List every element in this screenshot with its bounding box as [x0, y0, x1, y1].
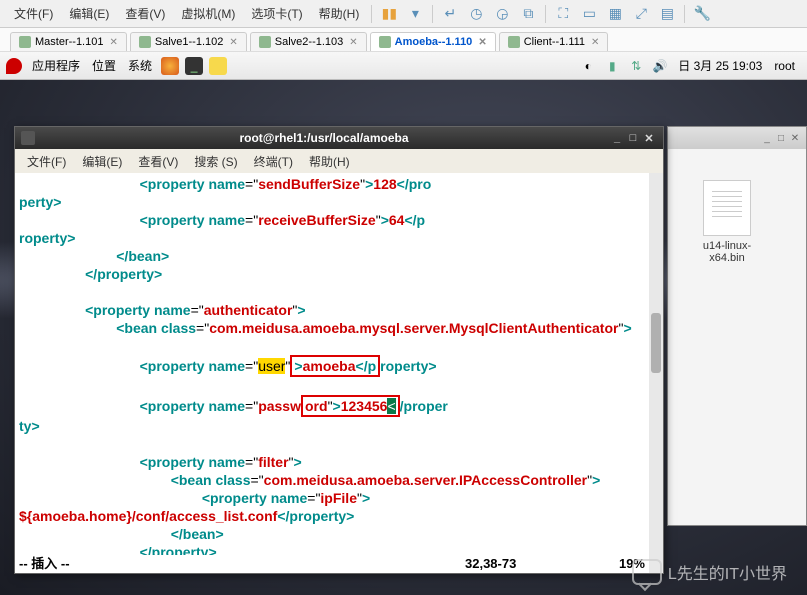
vim-position: 32,38-73 [465, 555, 595, 573]
notes-icon[interactable] [209, 57, 227, 75]
menu-vm[interactable]: 虚拟机(M) [173, 5, 243, 22]
tab-label: Salve2--1.103 [275, 36, 344, 48]
menu-tabs[interactable]: 选项卡(T) [243, 5, 310, 22]
network-icon[interactable]: ⇅ [627, 57, 645, 75]
tab-label: Master--1.101 [35, 36, 103, 48]
terminal-window: root@rhel1:/usr/local/amoeba _□✕ 文件(F) 编… [14, 126, 664, 574]
dropdown-icon[interactable]: ▾ [405, 4, 425, 24]
fullscreen-icon[interactable]: ⛶ [553, 4, 573, 24]
minimize-icon[interactable]: _ [609, 132, 625, 145]
term-menu-help[interactable]: 帮助(H) [301, 153, 358, 170]
user-label[interactable]: root [768, 59, 801, 73]
menu-help[interactable]: 帮助(H) [311, 5, 368, 22]
tab-client[interactable]: Client--1.111 ✕ [499, 32, 609, 51]
menu-view[interactable]: 查看(V) [117, 5, 173, 22]
firefox-icon[interactable] [161, 57, 179, 75]
maximize-icon[interactable]: □ [774, 133, 788, 144]
vm-icon [379, 36, 391, 48]
gnome-panel: 应用程序 位置 系统 _ ◐ ▮ ⇅ 🔊 日 3月 25 19:03 root [0, 52, 807, 80]
terminal-icon[interactable]: _ [185, 57, 203, 75]
file-label: u14-linux-x64.bin [687, 240, 767, 264]
file-icon [703, 180, 751, 236]
term-menu-edit[interactable]: 编辑(E) [74, 153, 130, 170]
vmware-menubar: 文件(F) 编辑(E) 查看(V) 虚拟机(M) 选项卡(T) 帮助(H) ▮▮… [0, 0, 807, 28]
watermark: L先生的IT小世界 [632, 559, 787, 585]
terminal-menubar: 文件(F) 编辑(E) 查看(V) 搜索 (S) 终端(T) 帮助(H) [15, 149, 663, 173]
terminal-app-icon [21, 131, 35, 145]
menu-edit[interactable]: 编辑(E) [61, 5, 117, 22]
close-icon[interactable]: ✕ [591, 37, 599, 48]
volume-icon[interactable]: 🔊 [651, 57, 669, 75]
close-icon[interactable]: ✕ [109, 37, 117, 48]
vim-statusline: -- 插入 -- 32,38-73 19% [15, 555, 649, 573]
lib-icon[interactable]: ▤ [657, 4, 677, 24]
tab-salve1[interactable]: Salve1--1.102 ✕ [130, 32, 247, 51]
close-icon[interactable]: ✕ [229, 37, 237, 48]
redhat-icon [6, 58, 22, 74]
vm-tab-bar: Master--1.101 ✕ Salve1--1.102 ✕ Salve2--1.… [0, 28, 807, 52]
stretch-icon[interactable]: ⤢ [631, 4, 651, 24]
vm-icon [508, 36, 520, 48]
multi-icon[interactable]: ▦ [605, 4, 625, 24]
wechat-icon [632, 559, 662, 585]
apps-menu[interactable]: 应用程序 [26, 57, 86, 74]
tab-label: Client--1.111 [524, 36, 585, 48]
unity-icon[interactable]: ▭ [579, 4, 599, 24]
close-icon[interactable]: ✕ [349, 37, 357, 48]
snapshot-icon[interactable]: ◷ [466, 4, 486, 24]
clock[interactable]: 日 3月 25 19:03 [672, 57, 768, 74]
battery-icon[interactable]: ▮ [603, 57, 621, 75]
minimize-icon[interactable]: _ [760, 133, 774, 144]
terminal-title: root@rhel1:/usr/local/amoeba [39, 131, 609, 145]
wrench-icon[interactable]: 🔧 [692, 4, 712, 24]
vim-mode: -- 插入 -- [19, 555, 465, 573]
tab-label: Salve1--1.102 [155, 36, 224, 48]
tab-salve2[interactable]: Salve2--1.103 ✕ [250, 32, 367, 51]
scrollbar-thumb[interactable] [651, 313, 661, 373]
vm-icon [19, 36, 31, 48]
term-menu-file[interactable]: 文件(F) [19, 153, 74, 170]
terminal-titlebar[interactable]: root@rhel1:/usr/local/amoeba _□✕ [15, 127, 663, 149]
snapshot2-icon[interactable]: ◶ [492, 4, 512, 24]
tab-label: Amoeba--1.110 [395, 36, 473, 48]
maximize-icon[interactable]: □ [625, 132, 641, 145]
system-menu[interactable]: 系统 [122, 57, 158, 74]
gauge-icon[interactable]: ◐ [579, 57, 597, 75]
close-icon[interactable]: ✕ [641, 132, 657, 145]
watermark-text: L先生的IT小世界 [668, 560, 787, 584]
term-menu-terminal[interactable]: 终端(T) [246, 153, 301, 170]
manage-icon[interactable]: ⧉ [518, 4, 538, 24]
terminal-content[interactable]: <property name="sendBufferSize">128</pro… [15, 173, 649, 573]
terminal-scrollbar[interactable] [649, 173, 663, 573]
places-menu[interactable]: 位置 [86, 57, 122, 74]
desktop-file[interactable]: u14-linux-x64.bin [687, 180, 767, 264]
vm-icon [139, 36, 151, 48]
send-icon[interactable]: ↵ [440, 4, 460, 24]
pause-icon[interactable]: ▮▮ [379, 4, 399, 24]
vm-icon [259, 36, 271, 48]
menu-file[interactable]: 文件(F) [6, 5, 61, 22]
term-menu-search[interactable]: 搜索 (S) [186, 153, 245, 170]
term-menu-view[interactable]: 查看(V) [130, 153, 186, 170]
tab-amoeba[interactable]: Amoeba--1.110 ✕ [370, 32, 496, 51]
close-icon[interactable]: ✕ [788, 133, 802, 144]
tab-master[interactable]: Master--1.101 ✕ [10, 32, 127, 51]
close-icon[interactable]: ✕ [478, 37, 486, 48]
